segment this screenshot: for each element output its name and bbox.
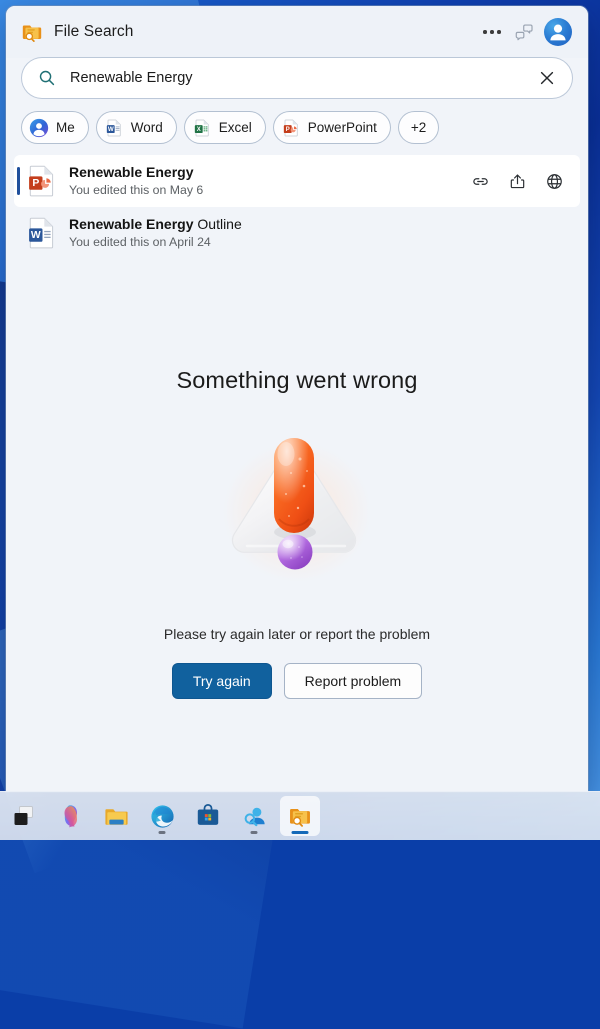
try-again-button[interactable]: Try again [172, 664, 271, 698]
powerpoint-file-icon: P [29, 165, 54, 197]
taskbar-copilot[interactable] [50, 796, 90, 836]
svg-text:W: W [31, 230, 41, 241]
filter-chip-powerpoint[interactable]: P PowerPoint [273, 112, 390, 143]
taskbar-indicator [158, 831, 166, 834]
window-title: File Search [54, 23, 134, 40]
results-list: P Renewable Energy You edited this on Ma… [6, 153, 588, 259]
taskbar-edge[interactable] [142, 796, 182, 836]
filter-chip-label: Word [130, 120, 163, 135]
excel-icon: X [194, 119, 209, 136]
microsoft-store-icon [197, 803, 219, 825]
svg-text:P: P [32, 178, 39, 189]
filter-chip-label: PowerPoint [307, 120, 377, 135]
result-subtitle: You edited this on April 24 [69, 235, 211, 249]
people-search-icon [244, 807, 265, 826]
folder-search-icon [22, 25, 42, 42]
result-title-match: Renewable Energy [69, 164, 194, 180]
copy-link-icon [472, 177, 488, 185]
result-text: Renewable Energy Outline You edited this… [69, 216, 570, 250]
result-subtitle: You edited this on May 6 [69, 183, 204, 197]
result-actions [470, 171, 570, 191]
edge-icon [150, 804, 174, 828]
error-panel: Something went wrong Please try again la… [6, 259, 588, 792]
taskbar-microsoft-store[interactable] [188, 796, 228, 836]
filter-chip-label: Me [56, 120, 75, 135]
filter-chip-me[interactable]: Me [22, 112, 88, 143]
file-search-window: File Search Renewable Energy Me W Word X… [6, 6, 588, 792]
filter-chip-label: +2 [410, 120, 427, 135]
task-view-icon [14, 806, 33, 825]
taskbar [0, 791, 600, 840]
open-in-web-button[interactable] [544, 171, 564, 191]
svg-text:W: W [108, 126, 114, 133]
result-title-match: Renewable Energy [69, 216, 194, 232]
taskbar-indicator [291, 831, 309, 834]
table-row[interactable]: P Renewable Energy You edited this on Ma… [14, 155, 580, 207]
powerpoint-icon: P [283, 119, 298, 136]
error-actions: Try again Report problem [172, 664, 422, 698]
result-title: Renewable Energy Outline [69, 216, 570, 233]
title-bar: File Search [6, 6, 588, 58]
word-icon: W [106, 119, 121, 136]
filter-chip-word[interactable]: W Word [96, 112, 176, 143]
report-problem-button[interactable]: Report problem [284, 664, 422, 698]
more-options-icon [483, 30, 501, 34]
share-button[interactable] [507, 171, 527, 191]
svg-text:X: X [197, 127, 201, 133]
feedback-button[interactable] [508, 16, 540, 48]
search-input[interactable]: Renewable Energy [22, 58, 572, 98]
clear-search-button[interactable] [534, 65, 560, 91]
filter-chip-excel[interactable]: X Excel [184, 112, 265, 143]
warning-triangle-3d-illustration [223, 438, 371, 582]
person-avatar-icon [29, 118, 49, 137]
copy-link-button[interactable] [470, 171, 490, 191]
account-avatar[interactable] [544, 18, 572, 46]
filter-chips: Me W Word X Excel P PowerPoint +2 [6, 98, 588, 153]
search-bar-container: Renewable Energy [6, 58, 588, 98]
file-explorer-icon [104, 808, 128, 825]
filter-chip-more[interactable]: +2 [398, 112, 439, 143]
taskbar-file-explorer[interactable] [96, 796, 136, 836]
copilot-icon [64, 805, 78, 828]
taskbar-indicator [250, 831, 258, 834]
taskbar-task-view[interactable] [4, 796, 44, 836]
result-title: Renewable Energy [69, 164, 470, 181]
error-heading: Something went wrong [176, 367, 418, 393]
more-options-button[interactable] [476, 16, 508, 48]
result-text: Renewable Energy You edited this on May … [69, 164, 470, 198]
search-query-text: Renewable Energy [70, 70, 193, 86]
search-icon [39, 70, 55, 86]
taskbar-file-search[interactable] [280, 796, 320, 836]
taskbar-items [0, 796, 320, 836]
close-icon [540, 71, 554, 85]
svg-text:P: P [286, 127, 290, 133]
taskbar-people-search[interactable] [234, 796, 274, 836]
error-subtext: Please try again later or report the pro… [163, 626, 431, 642]
result-title-rest: Outline [193, 216, 242, 232]
file-search-app-icon [290, 808, 310, 827]
word-file-icon: W [29, 217, 54, 249]
filter-chip-label: Excel [218, 120, 252, 135]
person-icon [550, 24, 566, 41]
open-in-web-icon [546, 173, 562, 189]
feedback-icon [515, 24, 533, 41]
table-row[interactable]: W Renewable Energy Outline You edited th… [14, 207, 580, 259]
share-icon [510, 173, 524, 188]
